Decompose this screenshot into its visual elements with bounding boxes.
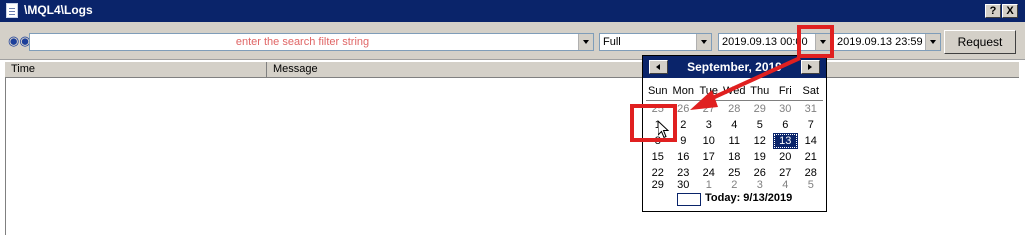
- calendar-week: 15 16 17 18 19 20 21: [645, 149, 824, 165]
- to-date-value: 2019.09.13 23:59: [837, 36, 923, 48]
- weekday-label: Sun: [647, 85, 668, 97]
- calendar-day[interactable]: 11: [722, 133, 748, 149]
- today-link[interactable]: Today: 9/13/2019: [705, 192, 792, 204]
- binoculars-icon[interactable]: ◉◉: [8, 34, 31, 48]
- to-date-dropdown-button[interactable]: [925, 34, 940, 50]
- calendar-day[interactable]: 6: [773, 117, 799, 133]
- calendar-header: September, 2019: [643, 56, 826, 78]
- calendar-day[interactable]: 7: [798, 117, 824, 133]
- calendar-day[interactable]: 4: [773, 177, 799, 193]
- window-title: \MQL4\Logs: [24, 3, 93, 17]
- calendar-day[interactable]: 21: [798, 149, 824, 165]
- toolbar: ◉◉ enter the search filter string Full 2…: [0, 22, 1025, 60]
- to-date-picker[interactable]: 2019.09.13 23:59: [833, 33, 941, 51]
- calendar-day[interactable]: 5: [798, 177, 824, 193]
- highlight-box-dropdown: [797, 25, 834, 58]
- calendar-day[interactable]: 4: [722, 117, 748, 133]
- calendar-day[interactable]: 10: [696, 133, 722, 149]
- calendar-day[interactable]: 12: [747, 133, 773, 149]
- weekday-label: Thu: [750, 85, 770, 97]
- mouse-cursor-icon: [658, 121, 670, 139]
- level-dropdown-button[interactable]: [696, 34, 711, 50]
- calendar-day[interactable]: 19: [747, 149, 773, 165]
- search-dropdown-button[interactable]: [578, 34, 593, 50]
- calendar-day[interactable]: 31: [798, 101, 824, 117]
- title-bar: \MQL4\Logs ? X: [0, 0, 1025, 22]
- level-value: Full: [603, 36, 621, 48]
- calendar-day[interactable]: 2: [722, 177, 748, 193]
- calendar-day[interactable]: 28: [722, 101, 748, 117]
- calendar-day[interactable]: 15: [645, 149, 671, 165]
- help-button[interactable]: ?: [985, 4, 1001, 18]
- calendar-day[interactable]: 30: [671, 177, 697, 193]
- search-input[interactable]: enter the search filter string: [29, 33, 594, 51]
- calendar-day[interactable]: 30: [773, 101, 799, 117]
- calendar-day[interactable]: 17: [696, 149, 722, 165]
- weekday-label: Mon: [672, 85, 694, 97]
- log-list[interactable]: [5, 78, 1019, 235]
- calendar-day[interactable]: 29: [747, 101, 773, 117]
- weekday-row: Sun Mon Tue Wed Thu Fri Sat: [645, 83, 824, 99]
- calendar-day[interactable]: 29: [645, 177, 671, 193]
- weekday-label: Tue: [699, 85, 719, 97]
- level-select[interactable]: Full: [599, 33, 712, 51]
- calendar-week: 29 30 1 2 3 4 5: [645, 177, 824, 193]
- close-button[interactable]: X: [1002, 4, 1018, 18]
- calendar-day[interactable]: 1: [696, 177, 722, 193]
- calendar-day[interactable]: 5: [747, 117, 773, 133]
- weekday-label: Sat: [802, 85, 819, 97]
- search-placeholder: enter the search filter string: [235, 36, 370, 48]
- weekday-label: Fri: [778, 85, 792, 97]
- prev-month-button[interactable]: [649, 60, 668, 74]
- calendar-day[interactable]: 3: [696, 117, 722, 133]
- calendar-day[interactable]: 14: [798, 133, 824, 149]
- weekday-label: Wed: [723, 85, 746, 97]
- calendar-day[interactable]: 3: [747, 177, 773, 193]
- request-button[interactable]: Request: [944, 30, 1016, 54]
- column-header-time[interactable]: Time: [5, 62, 267, 77]
- calendar-day-selected[interactable]: 13: [772, 133, 798, 149]
- calendar-day[interactable]: 20: [773, 149, 799, 165]
- today-marker-icon: [677, 193, 701, 206]
- next-month-button[interactable]: [801, 60, 820, 74]
- calendar-day[interactable]: 16: [671, 149, 697, 165]
- calendar-day[interactable]: 18: [722, 149, 748, 165]
- calendar-day[interactable]: 27: [696, 101, 722, 117]
- from-date-value: 2019.09.13 00:00: [722, 36, 808, 48]
- calendar-month-label[interactable]: September, 2019: [669, 60, 800, 74]
- document-icon: [6, 3, 18, 18]
- table-header: Time Message: [5, 62, 1019, 78]
